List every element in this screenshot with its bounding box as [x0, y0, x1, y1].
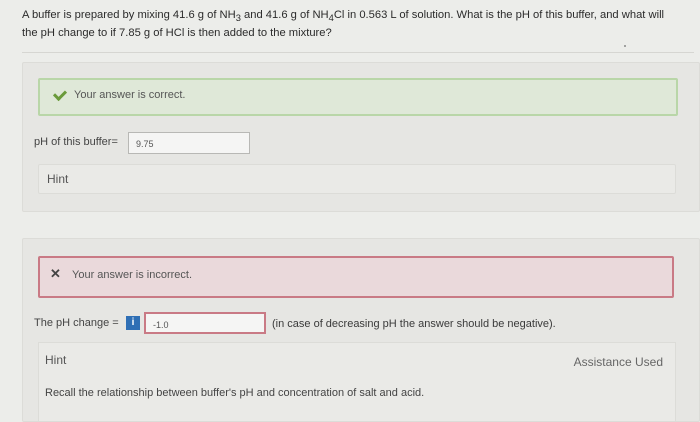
hint-label-1: Hint [47, 172, 69, 186]
info-icon[interactable]: i [126, 316, 140, 330]
question-part-2: and 41.6 g of NH [240, 9, 329, 21]
ph-change-label: The pH change = [34, 317, 119, 329]
hint-block-2: Hint Assistance Used Recall the relation… [38, 342, 676, 422]
divider [22, 52, 694, 53]
incorrect-feedback: ✕ Your answer is incorrect. [38, 256, 674, 298]
x-icon: ✕ [50, 266, 61, 281]
ph-buffer-label: pH of this buffer= [34, 136, 118, 148]
hint-button-1[interactable]: Hint [38, 164, 676, 194]
decorative-dot [624, 45, 626, 47]
ph-change-input[interactable]: -1.0 [144, 312, 266, 334]
recall-hint-text: Recall the relationship between buffer's… [45, 387, 425, 399]
ph-buffer-input[interactable]: 9.75 [128, 132, 250, 154]
negative-note: (in case of decreasing pH the answer sho… [272, 318, 556, 330]
correct-feedback: Your answer is correct. [38, 78, 678, 116]
hint-label-2[interactable]: Hint [45, 353, 66, 367]
correct-text: Your answer is correct. [74, 89, 186, 101]
check-icon [54, 88, 66, 100]
assistance-used: Assistance Used [573, 355, 663, 369]
question-text: A buffer is prepared by mixing 41.6 g of… [22, 8, 682, 41]
question-part-1: A buffer is prepared by mixing 41.6 g of… [22, 9, 236, 21]
incorrect-text: Your answer is incorrect. [72, 269, 193, 281]
